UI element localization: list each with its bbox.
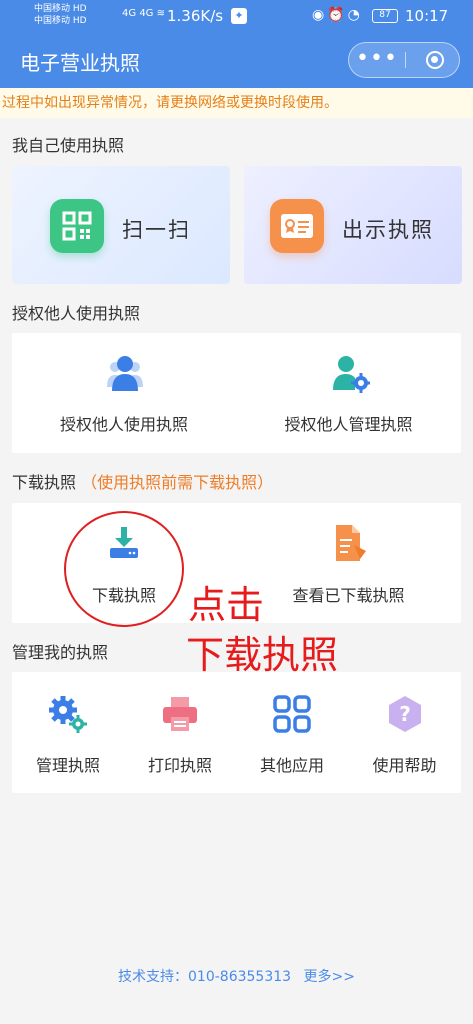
- network-type-1: 4G: [122, 8, 137, 19]
- manage-license-label: 管理执照: [35, 756, 100, 775]
- authorize-panel: 授权他人使用执照 授权他人管理执照: [12, 333, 461, 453]
- footer: 技术支持：010-86355313 更多>>: [0, 966, 473, 986]
- tech-support-text: 技术支持：010-86355313: [118, 969, 292, 985]
- gears-icon: [48, 694, 88, 738]
- mini-program-capsule: •••: [348, 42, 460, 78]
- svg-text:?: ?: [399, 702, 411, 726]
- section-title-manage: 管理我的执照: [12, 643, 109, 662]
- qr-code-icon: [50, 199, 104, 253]
- view-downloaded-button[interactable]: 查看已下载执照: [236, 503, 461, 623]
- eye-icon: ◉: [312, 7, 328, 23]
- authorize-manage-button[interactable]: 授权他人管理执照: [236, 333, 461, 453]
- alarm-icon: ⏰: [327, 7, 348, 23]
- network-speed: 1.36K/s: [167, 7, 224, 25]
- notice-text: 过程中如出现异常情况，请更换网络或更换时段使用。: [2, 95, 338, 111]
- annotation-circle: [64, 511, 184, 627]
- question-icon: ?: [385, 694, 425, 738]
- scan-card[interactable]: 扫一扫: [12, 166, 230, 284]
- network-type-2: 4G: [139, 8, 154, 19]
- carrier-1: 中国移动 HD: [34, 4, 87, 14]
- grid-apps-icon: [272, 694, 312, 738]
- notification-app-icon: ✦: [231, 8, 247, 24]
- printer-icon: [160, 694, 200, 738]
- clock: 10:17: [405, 7, 449, 25]
- gauge-icon: ◔: [347, 7, 363, 23]
- notice-banner: 过程中如出现异常情况，请更换网络或更换时段使用。: [0, 88, 473, 118]
- document-tag-icon: [332, 523, 368, 567]
- print-license-button[interactable]: 打印执照: [124, 672, 236, 793]
- license-certificate-icon: [270, 199, 324, 253]
- person-gear-icon: [330, 353, 370, 397]
- wifi-icon: ≋: [156, 8, 166, 19]
- status-bar: 中国移动 HD 中国移动 HD 4G 4G ≋ 1.36K/s ✦ ◉⏰◔ 87…: [0, 0, 473, 32]
- print-license-label: 打印执照: [147, 756, 212, 775]
- annotation-line-1: 点击: [188, 583, 265, 627]
- section-title-authorize: 授权他人使用执照: [12, 304, 141, 323]
- carrier-info: 中国移动 HD 中国移动 HD: [34, 3, 87, 27]
- network-type: 4G 4G ≋: [122, 8, 165, 19]
- person-group-icon: [106, 353, 144, 397]
- system-icons: ◉⏰◔: [312, 7, 363, 23]
- other-apps-label: 其他应用: [259, 756, 324, 775]
- annotation-line-2: 下载执照: [186, 633, 339, 677]
- scan-label: 扫一扫: [122, 218, 191, 242]
- manage-license-button[interactable]: 管理执照: [12, 672, 124, 793]
- section-title-self: 我自己使用执照: [12, 136, 125, 155]
- capsule-divider: [405, 52, 406, 68]
- manage-panel: 管理执照 打印执照 其他应用 ? 使用帮助: [12, 672, 461, 793]
- show-license-card[interactable]: 出示执照: [244, 166, 462, 284]
- help-label: 使用帮助: [372, 756, 437, 775]
- help-button[interactable]: ? 使用帮助: [348, 672, 461, 793]
- authorize-use-button[interactable]: 授权他人使用执照: [12, 333, 236, 453]
- close-mini-program-icon[interactable]: [426, 51, 444, 69]
- download-section-title: 下载执照: [12, 473, 77, 492]
- download-hint: （使用执照前需下载执照）: [81, 473, 274, 492]
- page-title: 电子营业执照: [20, 51, 140, 75]
- more-link[interactable]: 更多>>: [304, 969, 355, 985]
- view-downloaded-label: 查看已下载执照: [292, 586, 405, 605]
- more-dots-icon[interactable]: •••: [349, 43, 405, 77]
- show-license-label: 出示执照: [342, 218, 434, 242]
- nav-bar: 电子营业执照 •••: [0, 32, 473, 88]
- other-apps-button[interactable]: 其他应用: [236, 672, 348, 793]
- carrier-2: 中国移动 HD: [34, 16, 87, 26]
- section-title-download: 下载执照 （使用执照前需下载执照）: [12, 469, 273, 493]
- authorize-manage-label: 授权他人管理执照: [284, 415, 413, 434]
- authorize-use-label: 授权他人使用执照: [59, 415, 188, 434]
- battery-icon: 87: [372, 9, 398, 23]
